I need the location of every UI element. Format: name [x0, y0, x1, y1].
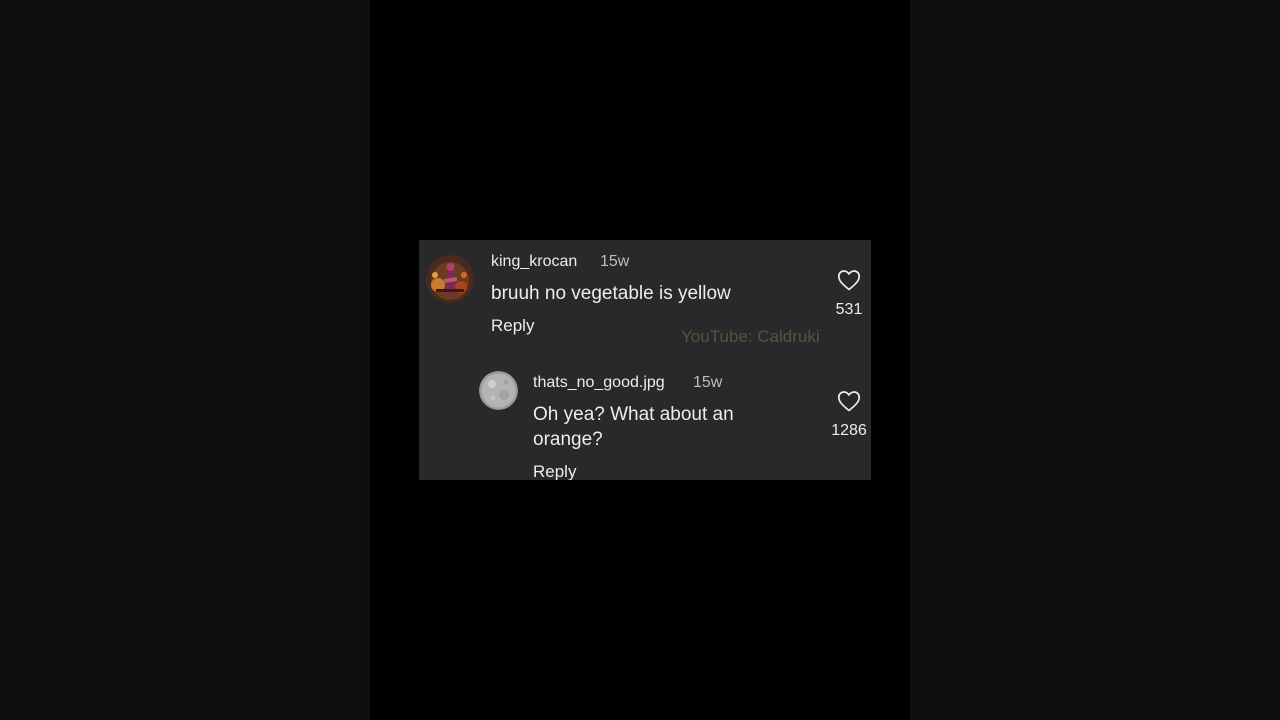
heart-outline-icon[interactable]: [837, 269, 861, 291]
right-blur-panel: [910, 0, 1280, 720]
heart-outline-icon[interactable]: [837, 390, 861, 412]
comment-username[interactable]: king_krocan: [491, 253, 577, 271]
like-count: 531: [835, 301, 863, 318]
comment-text: bruuh no vegetable is yellow: [491, 283, 731, 304]
reply-button[interactable]: Reply: [491, 316, 534, 336]
comment-timestamp: 15w: [600, 253, 630, 270]
like-count: 1286: [831, 422, 867, 439]
channel-watermark: YouTube: Caldruki: [681, 327, 820, 346]
left-blur-panel: [0, 0, 370, 720]
reply-text: Oh yea? What about an orange?: [533, 404, 734, 450]
grey-moon-avatar[interactable]: [479, 371, 518, 410]
reply-timestamp: 15w: [693, 374, 723, 391]
king-krocan-avatar[interactable]: [426, 255, 474, 303]
reply-button[interactable]: Reply: [533, 462, 576, 480]
comment-screenshot: king_krocan 15w bruuh no vegetable is ye…: [419, 240, 871, 480]
reply-username[interactable]: thats_no_good.jpg: [533, 374, 665, 392]
